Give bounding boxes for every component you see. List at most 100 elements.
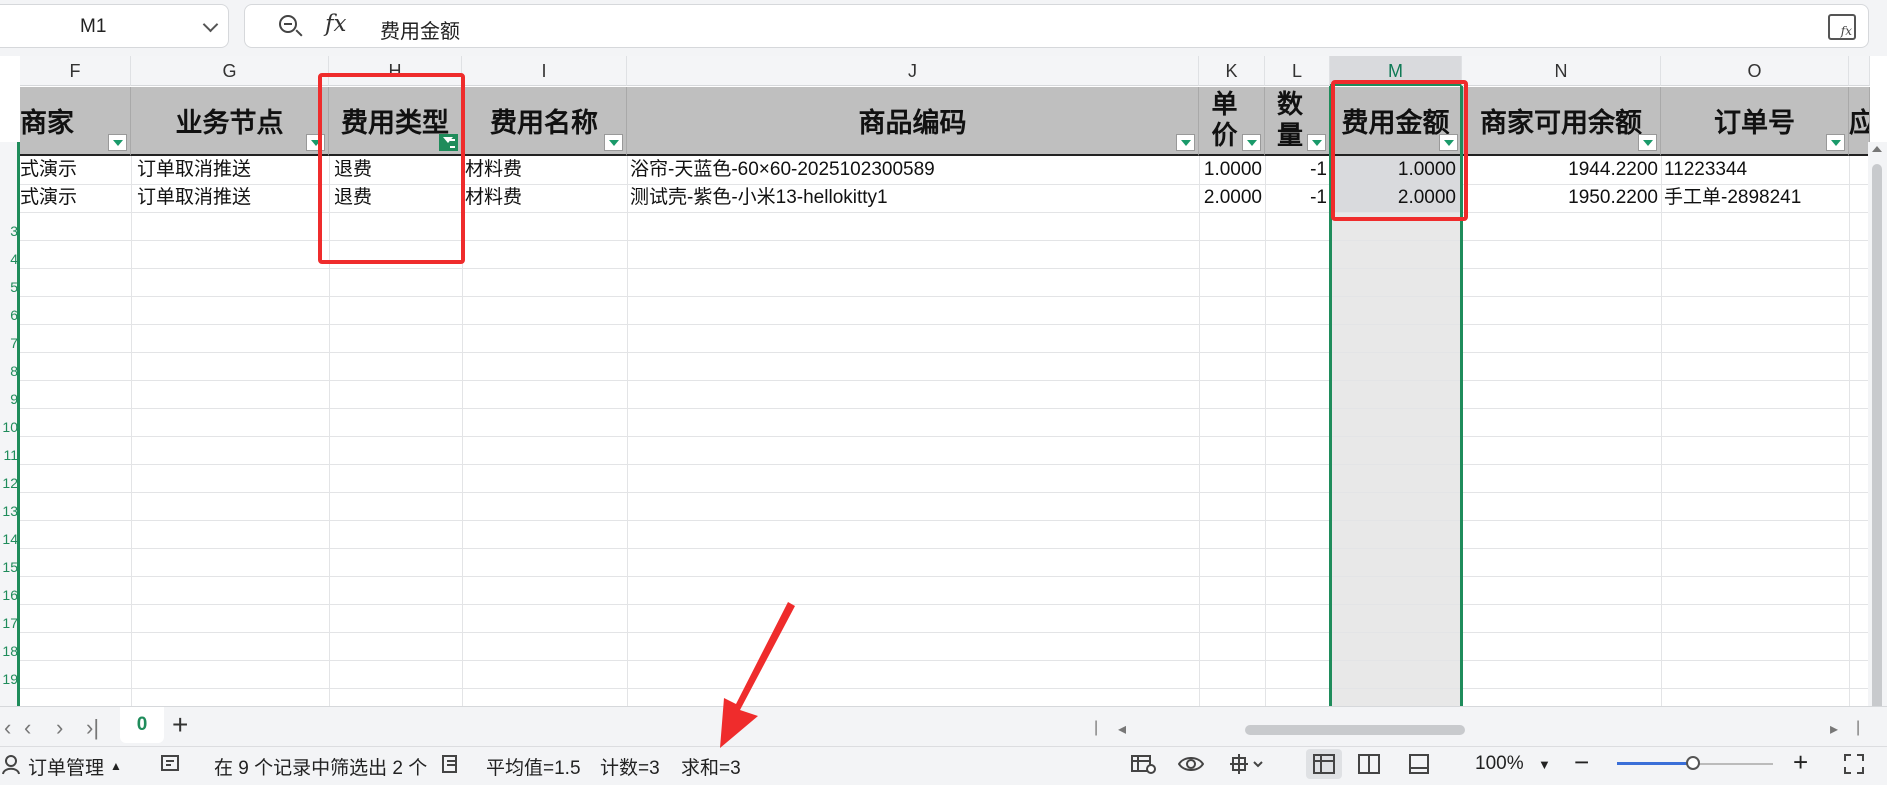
column-header-o[interactable]: O [1661,56,1849,86]
dropdown-icon[interactable] [1307,134,1326,151]
row-number[interactable]: 11 [0,447,18,463]
row-number[interactable]: 8 [0,363,18,379]
insert-function-icon[interactable]: fx [1828,14,1856,40]
cell-node[interactable]: 订单取消推送 [131,184,329,212]
cell-sku[interactable]: 浴帘-天蓝色-60×60-2025102300589 [627,156,1199,184]
column-header-f[interactable]: F [20,56,131,86]
person-icon[interactable] [0,753,22,781]
column-header-p[interactable] [1849,56,1870,86]
cell-order-no[interactable]: 手工单-2898241 [1661,184,1849,212]
document-icon[interactable] [440,753,462,781]
formula-content[interactable]: 费用金额 [380,15,460,44]
cell-price[interactable]: 1.0000 [1199,156,1265,184]
dropdown-icon[interactable] [1826,134,1845,151]
column-header-i[interactable]: I [462,56,627,86]
field-header-next[interactable]: 应 [1849,87,1870,156]
column-header-k[interactable]: K [1199,56,1265,86]
cell-qty[interactable]: -1 [1265,156,1330,184]
table-settings-icon[interactable] [1130,753,1156,781]
row-number[interactable]: 14 [0,531,18,547]
cell-qty[interactable]: -1 [1265,184,1330,212]
cell-balance[interactable]: 1944.2200 [1462,156,1661,184]
eye-icon[interactable] [1177,753,1205,781]
cell-fee-name[interactable]: 材料费 [462,184,627,212]
splitter-handle[interactable]: | [1856,719,1860,737]
scroll-thumb[interactable] [1872,164,1882,706]
chevron-right-icon[interactable]: › [56,715,63,741]
cell-merchant[interactable]: 式演示 [20,156,131,184]
scroll-left-icon[interactable]: ◂ [1118,719,1126,739]
row-number[interactable]: 3 [0,223,18,239]
search-zoom-icon[interactable] [279,15,297,33]
page-view-icon[interactable] [1408,753,1430,781]
column-header-j[interactable]: J [627,56,1199,86]
cell-fee-name[interactable]: 材料费 [462,156,627,184]
zoom-level[interactable]: 100% [1475,753,1524,775]
row-number[interactable]: 7 [0,335,18,351]
field-header-balance[interactable]: 商家可用余额 [1462,87,1661,156]
field-header-price[interactable]: 单 价 [1199,87,1265,156]
split-view-icon[interactable] [1358,753,1380,781]
chevron-down-icon[interactable] [202,16,219,33]
chevron-down-icon[interactable]: ▼ [1538,757,1551,772]
field-header-sku[interactable]: 商品编码 [627,87,1199,156]
column-header-l[interactable]: L [1265,56,1330,86]
row-number[interactable]: 15 [0,559,18,575]
row-number[interactable]: 13 [0,503,18,519]
cell-price[interactable]: 2.0000 [1199,184,1265,212]
field-header-qty[interactable]: 数 量 [1265,87,1330,156]
cell-balance[interactable]: 1950.2200 [1462,184,1661,212]
field-header-merchant[interactable]: 商家 [20,87,131,156]
spreadsheet-grid[interactable]: F G H I J K L M N O 商家 业务节点 费用类型 费用名称 商品… [0,56,1887,706]
fullscreen-icon[interactable] [1843,753,1865,781]
splitter-handle[interactable]: | [1094,719,1098,737]
cell-node[interactable]: 订单取消推送 [131,156,329,184]
row-number[interactable]: 5 [0,279,18,295]
formula-bar[interactable]: fx 费用金额 fx [244,4,1869,48]
row-number[interactable]: 9 [0,391,18,407]
scroll-up-icon[interactable] [1872,146,1882,152]
cell-locate-icon[interactable] [1230,753,1264,781]
vertical-scrollbar[interactable] [1868,142,1887,706]
row-number[interactable]: 10 [0,419,18,435]
cell-order-no[interactable]: 11223344 [1661,156,1849,184]
dropdown-icon[interactable] [108,134,127,151]
column-header-n[interactable]: N [1462,56,1661,86]
row-number[interactable]: 16 [0,587,18,603]
row-number[interactable]: 12 [0,475,18,491]
zoom-out-icon[interactable]: − [1574,747,1589,778]
cell-sku[interactable]: 测试壳-紫色-小米13-hellokitty1 [627,184,1199,212]
sum-value[interactable]: 求和=3 [681,753,741,780]
zoom-slider-knob[interactable] [1686,756,1700,770]
chevron-left-icon[interactable]: ‹ [24,715,31,741]
column-header-g[interactable]: G [131,56,329,86]
row-number[interactable]: 19 [0,671,18,687]
name-box[interactable]: M1 [0,4,229,48]
dropdown-icon[interactable] [1176,134,1195,151]
row-number[interactable]: 18 [0,643,18,659]
dropdown-icon[interactable] [1638,134,1657,151]
macro-icon[interactable] [160,753,182,781]
fx-icon[interactable]: fx [325,11,346,37]
horizontal-scroll-thumb[interactable] [1245,725,1465,735]
caret-up-icon[interactable]: ▲ [110,759,122,773]
module-name[interactable]: 订单管理 [28,753,104,780]
chevron-left-icon[interactable]: ‹ [4,715,11,741]
average-value[interactable]: 平均值=1.5 [486,753,581,780]
add-sheet-icon[interactable]: + [172,709,188,741]
field-header-order-no[interactable]: 订单号 [1661,87,1849,156]
field-header-fee-name[interactable]: 费用名称 [462,87,627,156]
sheet-tab-0[interactable]: 0 [120,707,164,743]
dropdown-icon[interactable] [1242,134,1261,151]
row-number[interactable]: 6 [0,307,18,323]
row-number[interactable]: 17 [0,615,18,631]
last-sheet-icon[interactable]: ›| [86,715,99,741]
dropdown-icon[interactable] [604,134,623,151]
row-number[interactable]: 4 [0,251,18,267]
field-header-node[interactable]: 业务节点 [131,87,329,156]
count-value[interactable]: 计数=3 [600,753,660,780]
cell-merchant[interactable]: 式演示 [20,184,131,212]
normal-view-icon[interactable] [1306,749,1342,779]
scroll-right-icon[interactable]: ▸ [1830,719,1838,739]
zoom-in-icon[interactable]: + [1793,747,1808,778]
